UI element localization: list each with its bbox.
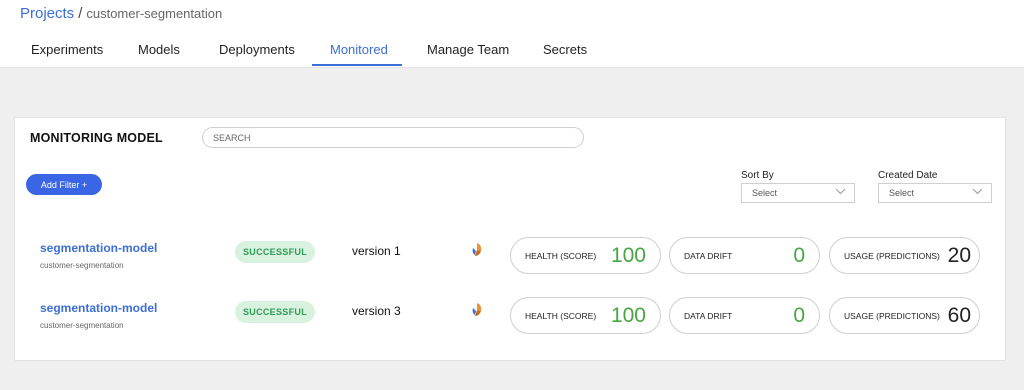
tab-deployments[interactable]: Deployments [219, 42, 295, 57]
usage-predictions-card[interactable]: USAGE (PREDICTIONS) 60 [829, 297, 980, 334]
chevron-down-icon [835, 188, 846, 195]
health-score-value: 100 [610, 244, 646, 267]
status-badge: SUCCESSFUL [235, 241, 315, 263]
panel-title: MONITORING MODEL [30, 131, 163, 145]
model-project: customer-segmentation [40, 321, 124, 330]
tab-monitored[interactable]: Monitored [330, 42, 388, 57]
health-score-card[interactable]: HEALTH (SCORE) 100 [510, 297, 661, 334]
sort-by-select[interactable]: Select [741, 183, 855, 203]
status-badge: SUCCESSFUL [235, 301, 315, 323]
chevron-down-icon [972, 188, 983, 195]
breadcrumb-current: customer-segmentation [86, 6, 223, 21]
model-name-link[interactable]: segmentation-model [40, 241, 157, 255]
sort-by-label: Sort By [741, 170, 774, 181]
usage-predictions-value: 20 [947, 244, 971, 267]
usage-predictions-label: USAGE (PREDICTIONS) [844, 251, 940, 261]
model-version: version 1 [352, 244, 401, 258]
health-score-card[interactable]: HEALTH (SCORE) 100 [510, 237, 661, 274]
health-score-label: HEALTH (SCORE) [525, 311, 597, 321]
monitoring-panel: MONITORING MODEL Add Filter + Sort By Se… [14, 117, 1006, 361]
model-name-link[interactable]: segmentation-model [40, 301, 157, 315]
health-score-value: 100 [610, 304, 646, 327]
framework-logo-icon [472, 303, 482, 316]
top-bar: Projects / customer-segmentation Experimen… [0, 0, 1024, 68]
data-drift-value: 0 [793, 304, 805, 327]
usage-predictions-card[interactable]: USAGE (PREDICTIONS) 20 [829, 237, 980, 274]
data-drift-card[interactable]: DATA DRIFT 0 [669, 237, 820, 274]
data-drift-value: 0 [793, 244, 805, 267]
model-version: version 3 [352, 304, 401, 318]
breadcrumb: Projects / customer-segmentation [20, 5, 222, 22]
search-input[interactable] [202, 127, 584, 148]
health-score-label: HEALTH (SCORE) [525, 251, 597, 261]
data-drift-label: DATA DRIFT [684, 251, 733, 261]
created-date-label: Created Date [878, 170, 938, 181]
tab-experiments[interactable]: Experiments [31, 42, 103, 57]
model-project: customer-segmentation [40, 261, 124, 270]
created-date-value: Select [889, 188, 915, 198]
usage-predictions-value: 60 [947, 304, 971, 327]
framework-logo-icon [472, 243, 482, 256]
tab-manage-team[interactable]: Manage Team [427, 42, 509, 57]
model-row: segmentation-model customer-segmentation… [15, 237, 1005, 279]
tab-models[interactable]: Models [138, 42, 180, 57]
active-tab-indicator [312, 64, 402, 66]
data-drift-card[interactable]: DATA DRIFT 0 [669, 297, 820, 334]
usage-predictions-label: USAGE (PREDICTIONS) [844, 311, 940, 321]
created-date-select[interactable]: Select [878, 183, 992, 203]
breadcrumb-separator: / [78, 5, 83, 22]
breadcrumb-projects-link[interactable]: Projects [20, 5, 74, 22]
data-drift-label: DATA DRIFT [684, 311, 733, 321]
sort-by-value: Select [752, 188, 778, 198]
add-filter-button[interactable]: Add Filter + [26, 174, 102, 195]
model-row: segmentation-model customer-segmentation… [15, 297, 1005, 339]
tab-secrets[interactable]: Secrets [543, 42, 587, 57]
